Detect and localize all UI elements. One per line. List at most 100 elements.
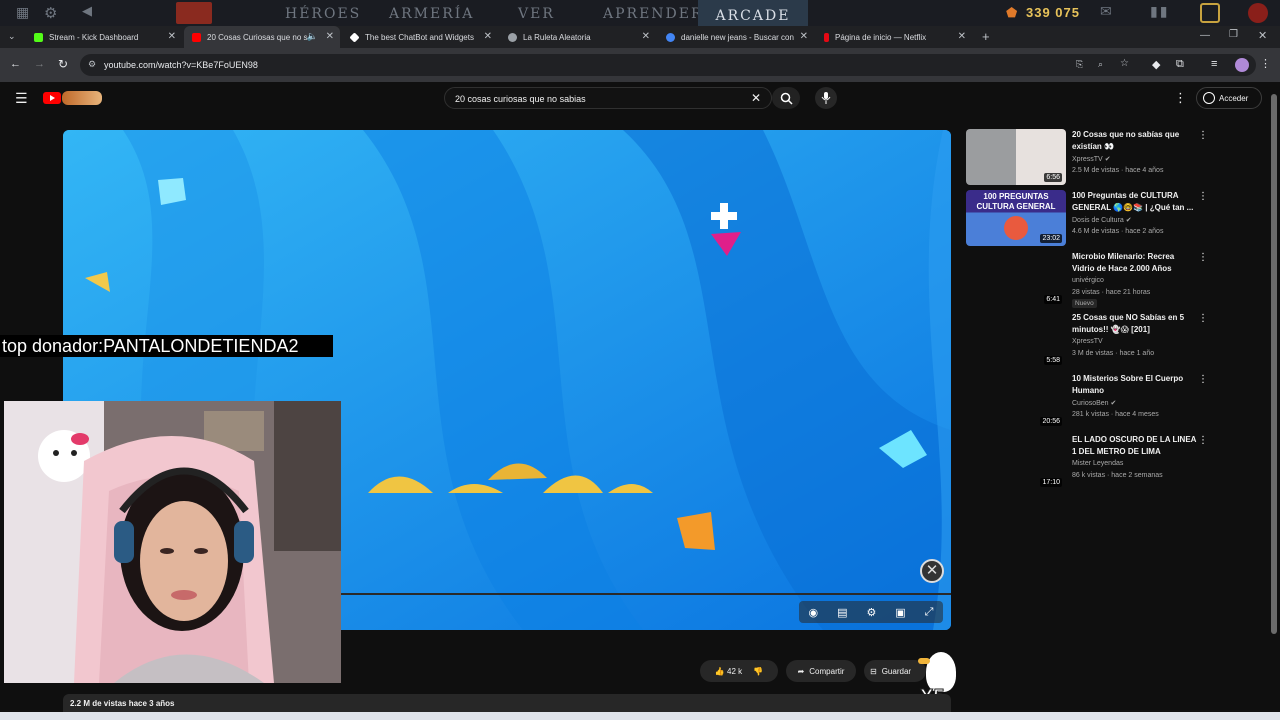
- more-actions-icon[interactable]: ⋮: [1198, 252, 1208, 263]
- video-thumbnail[interactable]: 6:56: [966, 129, 1066, 185]
- close-window-icon[interactable]: ✕: [1258, 29, 1267, 42]
- related-video-item[interactable]: 6:41 Microbio Milenario: Recrea Vidrio d…: [966, 250, 1214, 311]
- zoom-icon[interactable]: ⌕: [1098, 59, 1103, 70]
- close-tab-icon[interactable]: ✕: [642, 31, 650, 42]
- scrollbar-thumb[interactable]: [1271, 94, 1277, 634]
- save-button[interactable]: ⊟ Guardar: [864, 660, 926, 682]
- sign-in-button[interactable]: Acceder: [1196, 87, 1262, 109]
- voice-search-button[interactable]: [815, 87, 837, 109]
- tab-ruleta[interactable]: La Ruleta Aleatoria ✕: [500, 26, 656, 48]
- nav-arcade[interactable]: ARCADE: [698, 0, 808, 26]
- forward-icon[interactable]: →: [34, 58, 45, 70]
- youtube-logo-icon[interactable]: [43, 92, 61, 104]
- related-video-item[interactable]: 17:10 EL LADO OSCURO DE LA LINEA 1 DEL M…: [966, 433, 1214, 494]
- hamburger-menu-icon[interactable]: ☰: [15, 90, 28, 107]
- clear-search-icon[interactable]: ✕: [751, 91, 761, 105]
- more-actions-icon[interactable]: ⋮: [1198, 130, 1208, 141]
- related-video-item[interactable]: 20:56 10 Misterios Sobre El Cuerpo Human…: [966, 372, 1214, 433]
- doodle-logo[interactable]: [62, 91, 102, 105]
- fullscreen-icon[interactable]: ⤢: [925, 606, 934, 619]
- tab-youtube[interactable]: 20 Cosas Curiosas que no s 🔈 ✕: [184, 26, 340, 48]
- video-title[interactable]: 25 Cosas que NO Sabías en 5 minutos!! 👻😱…: [1072, 312, 1198, 335]
- video-title[interactable]: EL LADO OSCURO DE LA LINEA 1 DEL METRO D…: [1072, 434, 1198, 457]
- mail-icon[interactable]: ✉: [1100, 4, 1114, 20]
- channel-name[interactable]: Dosis de Cultura ✔: [1072, 216, 1132, 224]
- nav-heroes[interactable]: HÉROES: [285, 6, 361, 22]
- tab-kick[interactable]: Stream - Kick Dashboard ✕: [26, 26, 182, 48]
- webcam-feed: [4, 401, 341, 683]
- channel-name-text: Dosis de Cultura: [1072, 217, 1124, 224]
- miniplayer-icon[interactable]: ▣: [895, 606, 905, 619]
- nav-watch[interactable]: VER: [518, 6, 555, 22]
- related-video-item[interactable]: 6:56 20 Cosas que no sabías que existían…: [966, 128, 1214, 189]
- extensions-icon[interactable]: ⧉: [1176, 58, 1184, 71]
- audio-icon[interactable]: 🔈: [307, 31, 318, 42]
- video-thumbnail[interactable]: 17:10: [966, 434, 1066, 490]
- tab-search-icon[interactable]: ⌄: [8, 31, 16, 42]
- close-tab-icon[interactable]: ✕: [958, 31, 966, 42]
- plus-badge-icon[interactable]: [1200, 3, 1220, 23]
- close-tab-icon[interactable]: ✕: [484, 31, 492, 42]
- restore-icon[interactable]: ❐: [1229, 29, 1238, 40]
- settings-gear-icon[interactable]: ⚙: [866, 606, 876, 619]
- close-overlay-button[interactable]: ✕: [920, 559, 944, 583]
- back-icon[interactable]: ←: [10, 58, 21, 70]
- profile-avatar[interactable]: [1235, 58, 1249, 72]
- tab-label: 20 Cosas Curiosas que no s: [207, 32, 308, 42]
- video-title[interactable]: Microbio Milenario: Recrea Vidrio de Hac…: [1072, 251, 1198, 274]
- channel-name[interactable]: XpressTV: [1072, 338, 1103, 345]
- search-button[interactable]: [772, 87, 800, 109]
- tab-netflix[interactable]: Página de inicio — Netflix ✕: [816, 26, 972, 48]
- reload-icon[interactable]: ↻: [58, 57, 68, 71]
- site-info-icon[interactable]: ⚙: [88, 59, 96, 70]
- url-field[interactable]: ⚙ youtube.com/watch?v=KBe7FoUEN98 ⎘ ⌕ ☆: [80, 54, 1256, 76]
- power-icon[interactable]: [1248, 3, 1268, 23]
- grid-icon[interactable]: ▦: [16, 5, 31, 21]
- video-thumbnail[interactable]: 20:56: [966, 373, 1066, 429]
- like-button[interactable]: 👍 42 k: [715, 667, 742, 676]
- browser-menu-icon[interactable]: ⋮: [1260, 57, 1271, 70]
- video-thumbnail[interactable]: 5:58: [966, 312, 1066, 368]
- media-icon[interactable]: ≡: [1211, 58, 1217, 70]
- friends-icon[interactable]: ▮▮: [1150, 4, 1169, 20]
- channel-name[interactable]: univérgico: [1072, 277, 1104, 284]
- more-actions-icon[interactable]: ⋮: [1198, 313, 1208, 324]
- related-video-item[interactable]: 100 PREGUNTAS CULTURA GENERAL 23:02 100 …: [966, 189, 1214, 250]
- video-thumbnail[interactable]: 100 PREGUNTAS CULTURA GENERAL 23:02: [966, 190, 1066, 246]
- extension-diamond-icon[interactable]: ◆: [1152, 58, 1160, 71]
- channel-name[interactable]: Mister Leyendas: [1072, 460, 1123, 467]
- video-thumbnail[interactable]: 6:41: [966, 251, 1066, 307]
- bookmark-star-icon[interactable]: ☆: [1120, 58, 1129, 69]
- settings-icon[interactable]: ⚙: [44, 4, 59, 22]
- dislike-icon[interactable]: 👎: [753, 667, 763, 676]
- settings-menu-icon[interactable]: ⋮: [1174, 90, 1187, 106]
- more-actions-icon[interactable]: ⋮: [1198, 374, 1208, 385]
- player-controls: ◉ ▤ ⚙ ▣ ⤢: [799, 601, 943, 623]
- close-tab-icon[interactable]: ✕: [168, 31, 176, 42]
- more-actions-icon[interactable]: ⋮: [1198, 191, 1208, 202]
- video-title[interactable]: 20 Cosas que no sabías que existían 👀: [1072, 129, 1198, 152]
- nav-learn[interactable]: APRENDER: [603, 6, 704, 22]
- share-button[interactable]: ➦ Compartir: [786, 660, 856, 682]
- nav-armory[interactable]: ARMERÍA: [389, 6, 474, 22]
- tab-chatbot[interactable]: The best ChatBot and Widgets ✕: [342, 26, 498, 48]
- video-title[interactable]: 100 Preguntas de CULTURA GENERAL 🌎🤓📚 | ¿…: [1072, 190, 1198, 213]
- back-icon[interactable]: ◀: [82, 4, 94, 19]
- close-tab-icon[interactable]: ✕: [800, 31, 808, 42]
- video-title[interactable]: 10 Misterios Sobre El Cuerpo Humano: [1072, 373, 1198, 396]
- tab-google[interactable]: danielle new jeans - Buscar con ✕: [658, 26, 814, 48]
- subtitles-icon[interactable]: ▤: [837, 606, 847, 619]
- new-tab-icon[interactable]: +: [982, 29, 990, 44]
- channel-name[interactable]: CuriosoBen ✔: [1072, 399, 1116, 407]
- search-input[interactable]: 20 cosas curiosas que no sabias ✕: [444, 87, 772, 109]
- install-icon[interactable]: ⎘: [1076, 59, 1083, 70]
- dota-logo-icon[interactable]: [176, 2, 212, 24]
- close-tab-icon[interactable]: ✕: [326, 31, 334, 42]
- related-video-item[interactable]: 5:58 25 Cosas que NO Sabías en 5 minutos…: [966, 311, 1214, 372]
- autoplay-toggle-icon[interactable]: ◉: [808, 606, 818, 619]
- minimize-icon[interactable]: —: [1200, 30, 1210, 41]
- video-description[interactable]: 2.2 M de vistas hace 3 años: [63, 694, 951, 714]
- page-scrollbar[interactable]: [1269, 82, 1280, 712]
- channel-name[interactable]: XpressTV ✔: [1072, 155, 1111, 163]
- more-actions-icon[interactable]: ⋮: [1198, 435, 1208, 446]
